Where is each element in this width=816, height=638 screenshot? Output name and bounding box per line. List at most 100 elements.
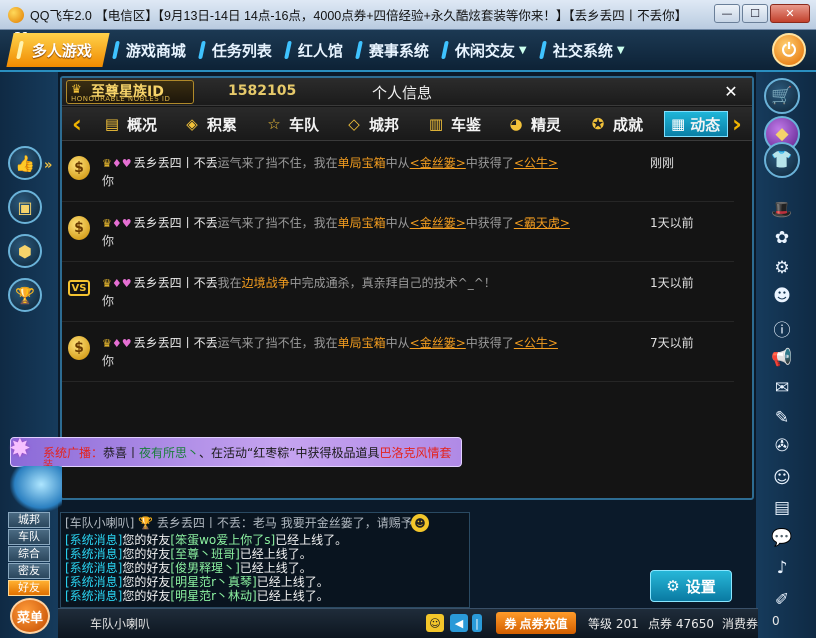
info-tabs: ‹ ▤ 概况 ◈ 积累 ☆ 车队 ◇ 城邦 ▥ 车鉴 ◕ 精灵 ✪ 成就 ▦ 动态 › [62,107,752,141]
right-sidebar: 🛒 ◆ 👕 🎩 ✿ ⚙ ☻ ⓘ 📢 ✉ ✎ ✇ ☺ ▤ 💬 ♪ ✐ [756,72,816,638]
chevron-down-icon: ▼ [616,44,625,56]
cart-icon[interactable]: 🛒 [764,78,800,114]
hat-icon[interactable]: 🎩 [768,198,796,222]
feed-location: 边境战争 [241,276,290,290]
book-icon: ▥ [428,115,444,133]
chat-log[interactable]: [车队小喇叭] 🏆 丢乡丢四丨不丢：老马 我要开金丝篓了，请赐予我力量 ☻ [系… [60,512,470,608]
chat-channel-selector[interactable]: 车队小喇叭 [90,615,150,632]
badge-icons: ♛♦♥ [102,157,132,170]
money-bag-icon: $ [68,336,90,360]
gear-icon[interactable]: ⚙ [768,256,796,280]
coupon-icon: 券 [504,616,517,631]
player-id: 1582105 [228,83,297,99]
flower-icon[interactable]: ✿ [768,226,796,250]
double-chevron-right-icon[interactable]: » [44,158,52,173]
feed-source-link[interactable]: <金丝篓> [410,336,466,350]
feed-item: $ ♛♦♥ 丢乡丢四丨不丢运气来了挡不住，我在单局宝箱中从<金丝篓>中获得了<霸天… [62,202,734,262]
tab-social[interactable]: 社交系统 ▼ [529,33,634,67]
badge-icons: ♛♦♥ [102,277,132,290]
tab-tasks[interactable]: 任务列表 [188,33,281,67]
window-controls: — ☐ ✕ [714,4,810,23]
team-horn-message: [车队小喇叭] 🏆 丢乡丢四丨不丢：老马 我要开金丝篓了，请赐予我力量 [65,516,425,530]
top-navigation: 31 多人游戏 游戏商城 任务列表 红人馆 赛事系统 休闲交友▼ 社交系统▼ ⏻ [0,30,816,72]
money-bag-icon: $ [68,156,90,180]
channel-tab-general[interactable]: 综合 [8,546,50,562]
tabs-next-button[interactable]: › [726,110,748,138]
close-window-button[interactable]: ✕ [770,4,810,23]
tools-icon[interactable]: ✎ [768,406,796,430]
feed-source-link[interactable]: <金丝篓> [410,156,466,170]
chat-bubble-icon[interactable]: 💬 [768,526,796,550]
channel-tab-team[interactable]: 车队 [8,529,50,545]
coupon-display: 消费券 [722,617,759,631]
emoji-icon[interactable]: ☺ [768,466,796,490]
broadcast-player[interactable]: 夜有所思丶 [139,446,199,460]
tab-multiplayer[interactable]: 多人游戏 [6,33,110,67]
tab-tournaments[interactable]: 赛事系统 [345,33,438,67]
stack-icon: ◈ [186,115,198,133]
tab-overview[interactable]: ▤ 概况 [102,111,157,137]
chat-message: [系统消息]您的好友[俊男释瑆丶]已经上线了。 [65,561,312,575]
recharge-button[interactable]: 券点券充值 [496,612,576,634]
chevron-right-icon: › [732,110,742,138]
feed-player-name[interactable]: 丢乡丢四丨不丢 [134,276,218,290]
feed-time: 1天以前 [650,276,694,290]
notes-icon[interactable]: ▤ [768,496,796,520]
trophy-icon[interactable]: 🏆 [8,278,42,312]
camera-icon[interactable]: ▣ [8,190,42,224]
broadcast-text: 系统广播：恭喜丨夜有所思丶、在活动“红枣粽”中获得极品道具巴洛克风情套 [43,446,452,460]
channel-tab-close-friends[interactable]: 密友 [8,563,50,579]
id-card-icon: ▤ [104,115,120,133]
gear-icon: ⚙ [666,577,680,595]
feed-time: 刚刚 [650,156,675,170]
tab-shop[interactable]: 游戏商城 [102,33,195,67]
tab-activity[interactable]: ▦ 动态 [664,111,728,137]
tab-leisure[interactable]: 休闲交友 ▼ [431,33,536,67]
feed-time: 1天以前 [650,216,694,230]
layers-icon: ◇ [348,115,360,133]
tab-sprite[interactable]: ◕ 精灵 [506,111,561,137]
film-reel-icon[interactable]: ✇ [768,434,796,458]
chat-message: [系统消息]您的好友[明星范r丶林动]已经上线了。 [65,589,329,603]
settings-button[interactable]: ⚙ 设置 [650,570,732,602]
app-icon [8,6,24,23]
feed-item-link[interactable]: <公牛> [514,336,558,350]
feed-item-link[interactable]: <霸天虎> [514,216,570,230]
tab-team[interactable]: ☆ 车队 [264,111,319,137]
info-icon[interactable]: ⓘ [768,316,796,341]
emoji-picker-icon[interactable]: ☺ [426,614,444,632]
channel-tab-friends[interactable]: 好友 [8,580,50,596]
feed-player-name[interactable]: 丢乡丢四丨不丢 [134,336,218,350]
shirt-icon[interactable]: 👕 [764,142,800,178]
maximize-button[interactable]: ☐ [742,4,768,23]
minimize-button[interactable]: — [714,4,740,23]
feed-player-name[interactable]: 丢乡丢四丨不丢 [134,156,218,170]
activity-feed: $ ♛♦♥ 丢乡丢四丨不丢运气来了挡不住，我在单局宝箱中从<金丝篓>中获得了<公牛… [62,142,734,382]
hexagon-icon[interactable]: ⬢ [8,234,42,268]
tab-accumulation[interactable]: ◈ 积累 [182,111,237,137]
mail-icon[interactable]: ✉ [768,376,796,400]
vip-subtitle: HONOURABLE NOBLES ID [71,95,171,103]
tab-car-guide[interactable]: ▥ 车鉴 [426,111,481,137]
tab-celebrity[interactable]: 红人馆 [274,33,352,67]
feed-text: ♛♦♥ 丢乡丢四丨不丢我在边境战争中完成通杀，真亲拜自己的技术^_^！ [102,276,496,290]
menu-button[interactable]: 菜单 [10,598,50,634]
edit-icon[interactable]: ✐ [768,588,796,612]
tab-achievements[interactable]: ✪ 成就 [588,111,643,137]
pet-icon[interactable]: ☻ [768,284,796,308]
feed-source-link[interactable]: <金丝篓> [410,216,466,230]
star-burst-icon: ✸ [9,434,31,464]
tabs-prev-button[interactable]: ‹ [66,110,88,138]
scroll-handle[interactable]: | [472,614,482,632]
channel-tab-city[interactable]: 城邦 [8,512,50,528]
megaphone-icon[interactable]: 📢 [768,346,796,370]
close-panel-button[interactable]: ✕ [716,80,746,102]
music-note-icon[interactable]: ♪ [768,556,796,580]
volume-icon[interactable]: ◀ [450,614,468,632]
power-button[interactable]: ⏻ [772,33,806,67]
thumbs-up-icon[interactable]: 👍 [8,146,42,180]
feed-location: 单局宝箱 [337,216,386,230]
feed-item-link[interactable]: <公牛> [514,156,558,170]
feed-player-name[interactable]: 丢乡丢四丨不丢 [134,216,218,230]
tab-city[interactable]: ◇ 城邦 [344,111,399,137]
